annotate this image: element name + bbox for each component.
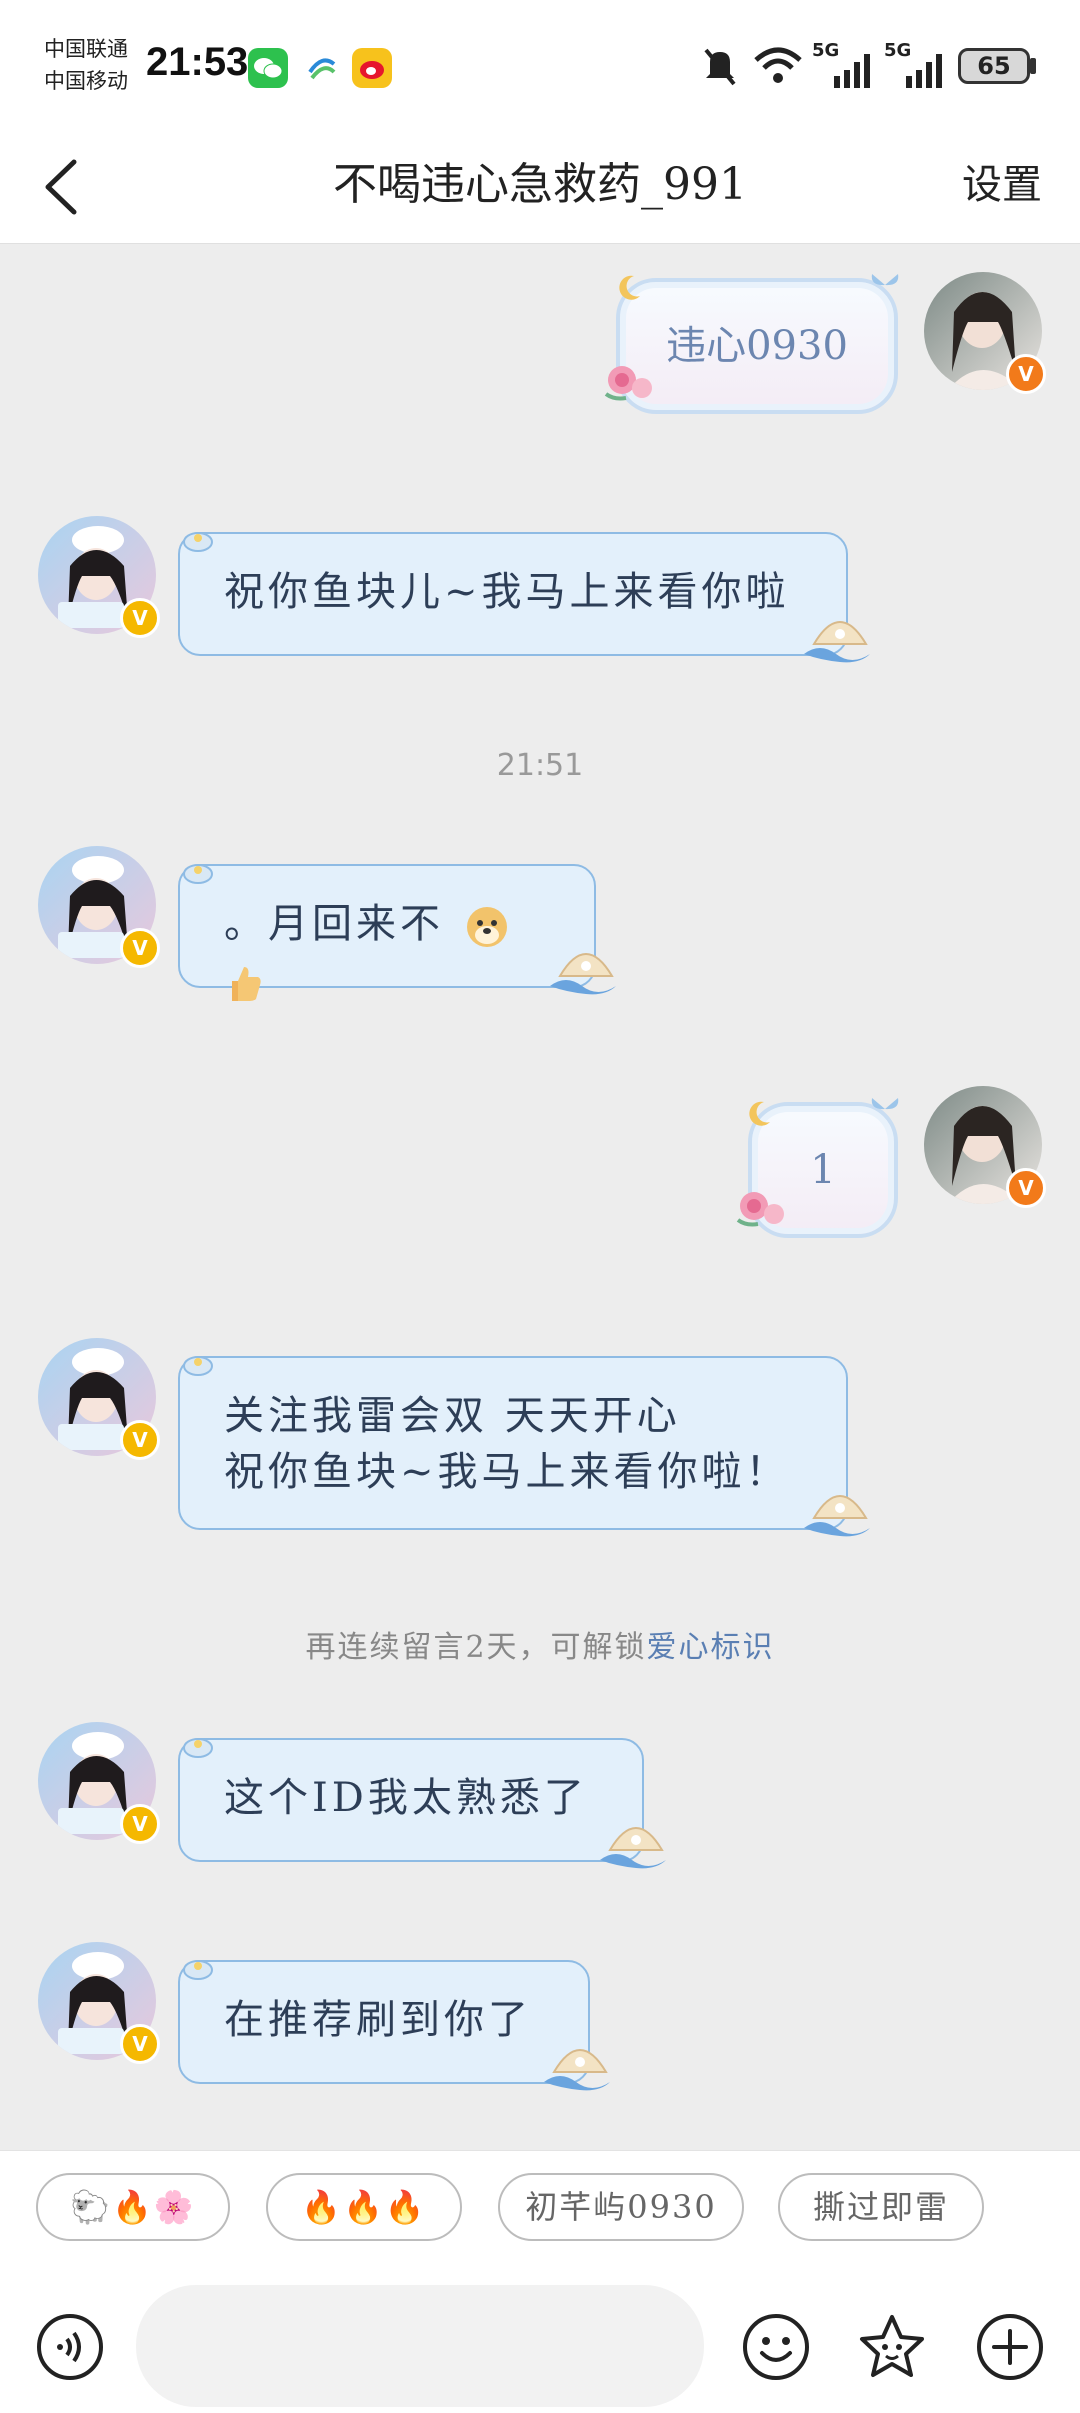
butterfly-deco-icon [868,1092,902,1126]
battery-tip [1030,58,1036,74]
sender-avatar[interactable]: V [38,1722,160,1844]
message-text: 这个ID我太熟悉了 [224,1775,588,1821]
battery-level: 65 [977,52,1011,80]
quick-reply-chip[interactable]: 🐑🔥🌸 [36,2173,230,2241]
doge-emoji-icon [465,905,509,949]
quick-reply-chip[interactable]: 🔥🔥🔥 [266,2173,462,2241]
shell-wave-deco-icon [540,2032,620,2096]
status-bar: 中国联通 中国移动 21:53 5G 5G 65 [0,0,1080,130]
pearl-deco-icon [180,1348,216,1378]
message-bubble-received[interactable]: 这个ID我太熟悉了 [178,1738,644,1862]
message-text: 祝你鱼块儿~我马上来看你啦 [224,569,790,615]
add-more-icon[interactable] [974,2311,1046,2383]
sender-avatar[interactable]: V [38,1942,160,2064]
rose-deco-icon [732,1180,792,1236]
shell-wave-deco-icon [800,604,880,668]
message-text-line-1: 关注我雷会双 天天开心 [224,1393,681,1439]
message-input[interactable] [136,2285,704,2407]
moon-deco-icon [742,1098,774,1130]
wifi-icon [752,44,804,88]
quick-reply-chip[interactable]: 撕过即雷 [778,2173,984,2241]
back-arrow-icon[interactable] [30,152,100,222]
message-text: 违心0930 [666,323,848,369]
message-bubble-received[interactable]: 。月回来不 [178,864,596,1001]
input-bar: 🐑🔥🌸 🔥🔥🔥 初芊屿0930 撕过即雷 [0,2150,1080,2413]
wechat-icon [248,48,288,88]
system-notice: 再连续留言2天，可解锁爱心标识 [0,1622,1080,1666]
verified-badge-icon: V [120,598,160,638]
message-bubble-received[interactable]: 关注我雷会双 天天开心 祝你鱼块~我马上来看你啦！ [178,1356,848,1530]
message-text: 1 [810,1147,836,1193]
shell-wave-deco-icon [546,936,626,1000]
my-avatar[interactable]: V [924,1086,1046,1208]
chat-timestamp: 21:51 [496,748,584,783]
moon-deco-icon [612,272,644,304]
message-text-line-2: 祝你鱼块~我马上来看你啦！ [224,1449,790,1495]
system-notice-link[interactable]: 爱心标识 [647,1630,775,1665]
pearl-deco-icon [180,524,216,554]
butterfly-deco-icon [868,268,902,302]
battery-icon: 65 [958,48,1030,84]
settings-button[interactable]: 设置 [962,152,1042,210]
message-text: 。月回来不 [224,901,444,947]
verified-badge-icon: V [120,1804,160,1844]
verified-badge-icon: V [1006,354,1046,394]
weibo-icon [352,48,392,88]
carrier-label-2: 中国移动 [44,69,128,93]
mobile-app-icon [304,50,340,86]
message-bubble-received[interactable]: 在推荐刷到你了 [178,1960,590,2084]
signal-bars-icon-2 [898,52,948,88]
voice-input-icon[interactable] [34,2311,106,2383]
pearl-deco-icon [180,1952,216,1982]
pearl-deco-icon [180,1730,216,1760]
shell-wave-deco-icon [596,1810,676,1874]
thumbs-up-emoji-icon [224,961,264,1005]
sticker-star-icon[interactable] [856,2311,928,2383]
pearl-deco-icon [180,856,216,886]
shell-wave-deco-icon [800,1478,880,1542]
verified-badge-icon: V [120,2024,160,2064]
system-notice-text: 再连续留言2天，可解锁 [305,1630,647,1665]
chat-title: 不喝违心急救药_991 [333,159,747,210]
message-bubble-received[interactable]: 祝你鱼块儿~我马上来看你啦 [178,532,848,656]
signal-bars-icon-1 [826,52,876,88]
mute-bell-icon [700,44,740,88]
sender-avatar[interactable]: V [38,846,160,968]
sender-avatar[interactable]: V [38,516,160,638]
message-text: 在推荐刷到你了 [224,1997,532,2043]
rose-deco-icon [600,354,660,410]
emoji-icon[interactable] [740,2311,812,2383]
status-time: 21:53 [146,40,249,84]
nav-bar: 不喝违心急救药_991 设置 [0,130,1080,244]
verified-badge-icon: V [120,1420,160,1460]
verified-badge-icon: V [120,928,160,968]
sender-avatar[interactable]: V [38,1338,160,1460]
carrier-label-1: 中国联通 [44,37,128,61]
my-avatar[interactable]: V [924,272,1046,394]
quick-reply-chip[interactable]: 初芊屿0930 [498,2173,744,2241]
verified-badge-icon: V [1006,1168,1046,1208]
